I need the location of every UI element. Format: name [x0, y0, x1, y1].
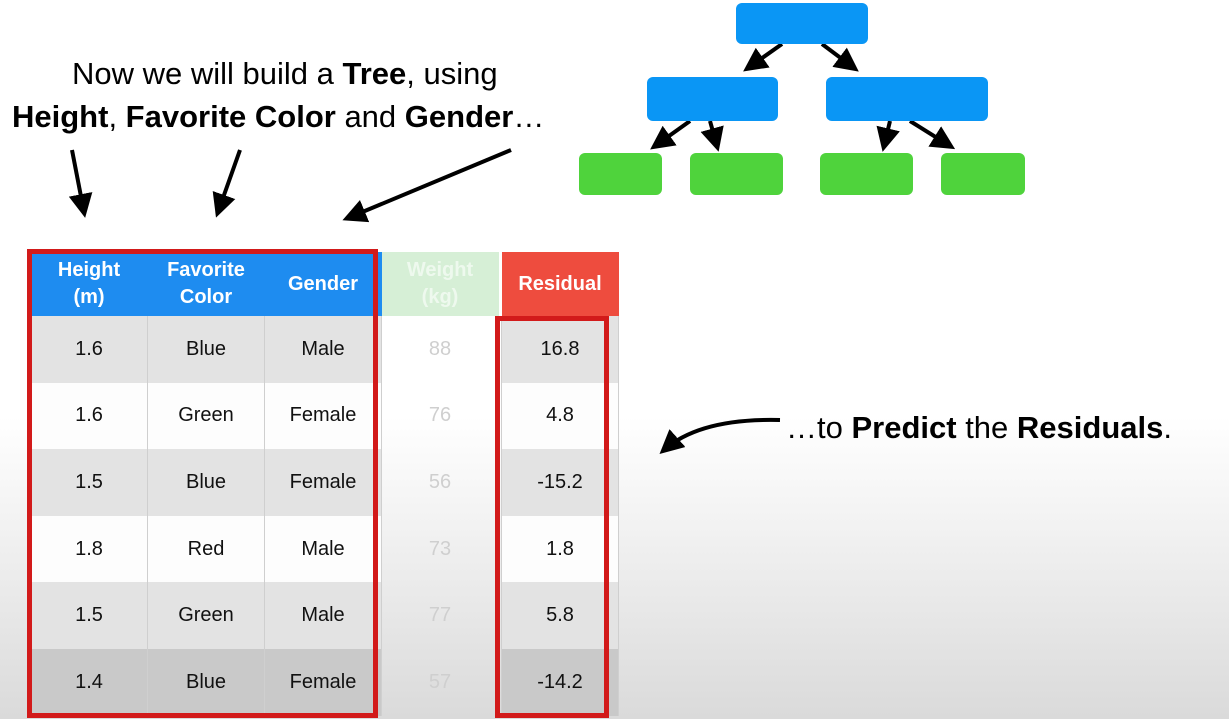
cell-residual: -14.2	[501, 648, 619, 716]
cell-gender: Male	[264, 316, 382, 383]
cell-gender: Female	[264, 648, 382, 716]
tree-leaf-node	[690, 153, 783, 195]
cell-gender: Male	[264, 515, 382, 583]
cell-weight: 76	[428, 404, 452, 427]
header-text: Color	[179, 286, 233, 308]
table-row: 1.4 Blue Female 57 -14.2	[30, 648, 619, 716]
header-gender: Gender	[264, 252, 382, 316]
cell-residual: 1.8	[501, 515, 619, 583]
header-residual: Residual	[501, 252, 619, 316]
tree-edge	[743, 42, 784, 72]
cell-residual: 16.8	[501, 316, 619, 383]
cell-favorite-color: Green	[147, 582, 265, 649]
cell-gender: Female	[264, 449, 382, 516]
table-row: 1.5 Blue Female 56 -15.2	[30, 449, 619, 516]
cell-favorite-color: Blue	[147, 449, 265, 516]
tree-edge	[908, 119, 956, 150]
tree-root-node	[736, 3, 868, 44]
cell-height: 1.5	[30, 449, 148, 516]
header-text: Height	[57, 259, 121, 281]
table-row: 1.6 Green Female 76 4.8	[30, 382, 619, 450]
cell-residual: -15.2	[501, 449, 619, 516]
header-text: Weight	[406, 259, 474, 281]
tree-leaf-node	[941, 153, 1025, 195]
cell-gender: Female	[264, 382, 382, 450]
tree-internal-node-right	[826, 77, 988, 121]
cell-favorite-color: Blue	[147, 316, 265, 383]
cell-favorite-color: Blue	[147, 648, 265, 716]
header-text: (m)	[73, 286, 105, 308]
tree-internal-node-left	[647, 77, 778, 121]
table-header-row: Height (m) Favorite Color Gender Weight (kg…	[30, 252, 619, 316]
tree-edge	[820, 42, 859, 72]
data-table: Height (m) Favorite Color Gender Weight (kg…	[30, 252, 619, 716]
table-row: 1.5 Green Male 77 5.8	[30, 582, 619, 649]
tree-leaf-node	[820, 153, 913, 195]
header-text: (kg)	[421, 286, 459, 308]
tree-edge	[650, 119, 692, 150]
tree-leaf-node	[579, 153, 662, 195]
header-weight: Weight (kg)	[381, 252, 499, 316]
table-row: 1.8 Red Male 73 1.8	[30, 515, 619, 583]
cell-residual: 4.8	[501, 382, 619, 450]
cell-weight: 77	[428, 604, 452, 627]
cell-weight: 88	[428, 337, 452, 360]
cell-height: 1.6	[30, 382, 148, 450]
table-row: 1.6 Blue Male 88 16.8	[30, 316, 619, 383]
cell-height: 1.5	[30, 582, 148, 649]
header-favorite-color: Favorite Color	[147, 252, 265, 316]
tree-edge	[700, 120, 724, 152]
cell-height: 1.8	[30, 515, 148, 583]
tree-edge	[876, 120, 900, 152]
cell-weight: 57	[428, 670, 452, 693]
cell-gender: Male	[264, 582, 382, 649]
cell-height: 1.6	[30, 316, 148, 383]
cell-height: 1.4	[30, 648, 148, 716]
cell-weight: 73	[428, 537, 452, 560]
cell-weight: 56	[428, 470, 452, 493]
cell-favorite-color: Green	[147, 382, 265, 450]
header-height: Height (m)	[30, 252, 148, 316]
header-text: Favorite	[167, 259, 245, 281]
cell-residual: 5.8	[501, 582, 619, 649]
cell-favorite-color: Red	[147, 515, 265, 583]
